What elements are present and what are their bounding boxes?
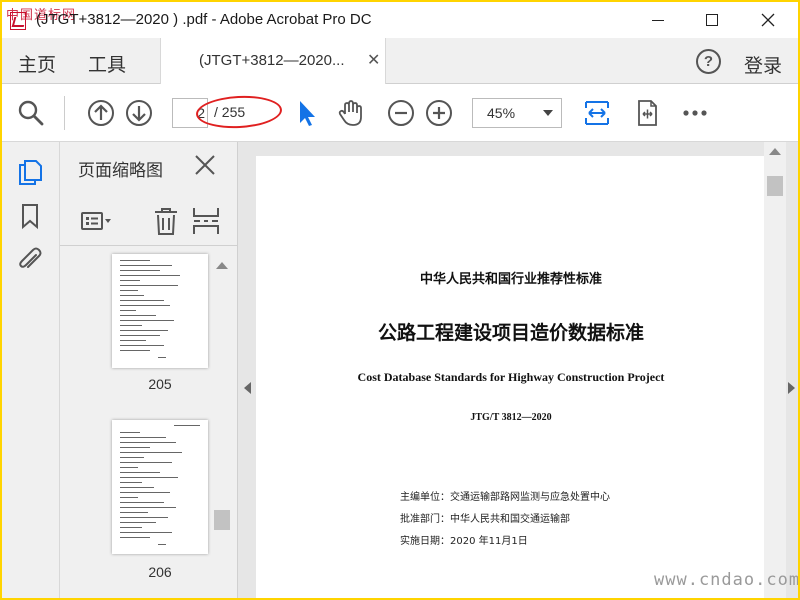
- window-title: (JTGT+3812—2020 ) .pdf - Adobe Acrobat P…: [36, 11, 372, 28]
- page-thumbnail-206[interactable]: [112, 420, 208, 554]
- panel-title: 页面缩略图: [78, 161, 163, 181]
- zoom-out-button[interactable]: [386, 98, 416, 128]
- thumbnails-toggle[interactable]: [16, 158, 44, 186]
- next-page-button[interactable]: [124, 98, 154, 128]
- document-approver: 批准部门：中华人民共和国交通运输部: [400, 514, 570, 525]
- attachment-icon: [19, 247, 42, 268]
- previous-page-button[interactable]: [86, 98, 116, 128]
- tab-home[interactable]: 主页: [18, 50, 56, 77]
- zoom-in-icon: [426, 100, 452, 126]
- main-toolbar: / 255 45%: [2, 84, 798, 142]
- page-thumbnails-icon: [19, 160, 42, 185]
- tab-tools[interactable]: 工具: [88, 50, 126, 77]
- select-tool-button[interactable]: [292, 98, 322, 128]
- zoom-select[interactable]: 45%: [472, 98, 562, 128]
- scroll-up-icon[interactable]: [216, 262, 228, 269]
- delete-page-button[interactable]: [150, 206, 182, 236]
- search-button[interactable]: [16, 98, 46, 128]
- scroll-up-icon[interactable]: [769, 148, 781, 155]
- thumbnail-page-number: 205: [148, 376, 172, 392]
- thumbnail-page-number: 206: [148, 564, 172, 580]
- close-icon: [195, 155, 215, 175]
- login-link[interactable]: 登录: [744, 51, 782, 78]
- page-split-icon: [193, 208, 219, 234]
- search-icon: [18, 100, 44, 126]
- rotate-page-icon: [638, 100, 657, 126]
- zoom-value: 45%: [487, 105, 516, 121]
- toolbar-divider: [64, 96, 65, 130]
- fit-width-icon: [585, 101, 609, 125]
- close-tab-icon[interactable]: ✕: [367, 50, 380, 69]
- attachments-toggle[interactable]: [16, 246, 44, 274]
- document-editor: 主编单位：交通运输部路网监测与应急处置中心: [400, 492, 610, 503]
- watermark-bottom: www.cndao.com: [654, 570, 798, 590]
- maximize-icon: [706, 14, 718, 26]
- document-code: JTG/T 3812—2020: [470, 412, 552, 423]
- document-view[interactable]: 中华人民共和国行业推荐性标准 公路工程建设项目造价数据标准 Cost Datab…: [238, 142, 798, 598]
- close-icon: [761, 13, 775, 27]
- document-tab-label: (JTGT+3812—2020...: [199, 52, 345, 69]
- select-cursor-icon: [300, 101, 315, 126]
- page-down-icon: [126, 100, 152, 126]
- fit-width-button[interactable]: [582, 98, 612, 128]
- delete-icon: [155, 208, 177, 235]
- pdf-page: 中华人民共和国行业推荐性标准 公路工程建设项目造价数据标准 Cost Datab…: [256, 156, 766, 598]
- document-english-title: Cost Database Standards for Highway Cons…: [357, 370, 665, 384]
- expand-right-icon[interactable]: [788, 382, 795, 394]
- document-effective-date: 实施日期：2020 年11月1日: [400, 536, 528, 547]
- acrobat-window: 中国道标网 (JTGT+3812—2020 ) .pdf - Adobe Acr…: [2, 2, 798, 598]
- tab-bar: 主页 工具 (JTGT+3812—2020... ✕ ? 登录: [2, 38, 798, 84]
- close-window-button[interactable]: [742, 2, 794, 38]
- chevron-down-icon: [543, 110, 553, 116]
- panel-toolbar: [60, 196, 238, 246]
- more-options-icon: [683, 110, 707, 116]
- zoom-in-button[interactable]: [424, 98, 454, 128]
- maximize-button[interactable]: [686, 2, 738, 38]
- scrollbar-thumb[interactable]: [767, 176, 783, 196]
- thumbnails-scrollbar[interactable]: [212, 258, 232, 598]
- document-title: 公路工程建设项目造价数据标准: [377, 322, 644, 344]
- left-rail: [2, 142, 60, 598]
- thumbnail-options-icon: [81, 212, 111, 230]
- bookmark-icon: [22, 204, 38, 230]
- title-bar: 中国道标网 (JTGT+3812—2020 ) .pdf - Adobe Acr…: [2, 2, 798, 38]
- insert-page-button[interactable]: [190, 206, 222, 236]
- page-up-icon: [88, 100, 114, 126]
- thumbnail-options-button[interactable]: [80, 206, 112, 236]
- document-category: 中华人民共和国行业推荐性标准: [419, 272, 602, 287]
- zoom-out-icon: [388, 100, 414, 126]
- tab-document[interactable]: (JTGT+3812—2020... ✕: [160, 38, 386, 84]
- minimize-button[interactable]: [632, 2, 684, 38]
- document-scrollbar[interactable]: [764, 142, 786, 598]
- collapse-left-icon[interactable]: [244, 382, 251, 394]
- close-panel-button[interactable]: [192, 152, 218, 178]
- hand-tool-button[interactable]: [336, 98, 366, 128]
- minimize-icon: [652, 19, 664, 21]
- help-icon[interactable]: ?: [696, 49, 721, 74]
- hand-tool-icon: [338, 100, 362, 126]
- more-options-button[interactable]: [680, 98, 710, 128]
- scrollbar-thumb[interactable]: [214, 510, 230, 530]
- rotate-page-button[interactable]: [632, 98, 662, 128]
- bookmarks-toggle[interactable]: [16, 202, 44, 230]
- page-thumbnail-205[interactable]: [112, 254, 208, 368]
- highlight-annotation: [195, 93, 283, 131]
